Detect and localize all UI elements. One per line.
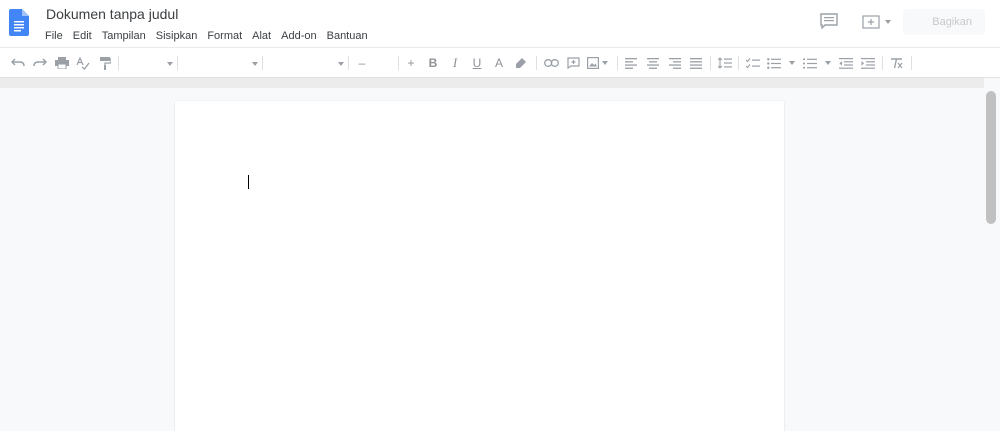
font-size-increase-button[interactable]: + <box>402 54 420 72</box>
toolbar-divider <box>911 56 912 70</box>
menu-insert[interactable]: Sisipkan <box>151 28 203 44</box>
comment-icon[interactable] <box>564 54 582 72</box>
bold-button[interactable]: B <box>424 54 442 72</box>
text-cursor <box>248 175 249 189</box>
menu-edit[interactable]: Edit <box>68 28 97 44</box>
share-button[interactable]: Bagikan <box>903 9 985 35</box>
decrease-indent-icon[interactable] <box>837 54 855 72</box>
align-center-icon[interactable] <box>644 54 662 72</box>
underline-icon: U <box>472 56 482 70</box>
zoom-select[interactable] <box>123 56 173 71</box>
chevron-down-icon <box>602 61 608 65</box>
document-page[interactable] <box>175 101 784 431</box>
chevron-down-icon <box>252 61 258 66</box>
toolbar-divider <box>398 56 399 70</box>
menu-addons[interactable]: Add-on <box>276 28 321 44</box>
toolbar: – + B I U A <box>0 47 1000 78</box>
toolbar-divider <box>882 56 883 70</box>
menu-tools[interactable]: Alat <box>247 28 276 44</box>
bulleted-list-icon <box>767 57 781 69</box>
plus-label: + <box>407 56 415 70</box>
chevron-down-icon <box>167 61 173 66</box>
line-spacing-icon[interactable] <box>716 54 734 72</box>
document-title[interactable]: Dokumen tanpa judul <box>46 6 178 22</box>
align-justify-icon[interactable] <box>687 54 705 72</box>
menu-help[interactable]: Bantuan <box>322 28 373 44</box>
redo-icon[interactable] <box>31 54 49 72</box>
toolbar-divider <box>348 56 349 70</box>
link-icon[interactable] <box>542 54 560 72</box>
document-canvas[interactable] <box>0 78 1000 431</box>
checklist-icon[interactable] <box>744 54 762 72</box>
italic-button[interactable]: I <box>446 54 464 72</box>
style-select[interactable] <box>182 56 258 71</box>
chevron-down-icon <box>338 61 344 66</box>
font-size-decrease-button[interactable]: – <box>353 54 371 72</box>
toolbar-divider <box>617 56 618 70</box>
underline-button[interactable]: U <box>468 54 486 72</box>
present-icon <box>862 15 880 29</box>
toolbar-divider <box>177 56 178 70</box>
docs-logo-icon[interactable] <box>9 9 29 36</box>
toolbar-divider <box>536 56 537 70</box>
menu-view[interactable]: Tampilan <box>97 28 151 44</box>
chevron-down-icon <box>885 20 891 24</box>
italic-icon: I <box>452 55 458 70</box>
bold-icon: B <box>428 56 438 70</box>
app-header: Dokumen tanpa judul File Edit Tampilan S… <box>0 0 1000 47</box>
present-button[interactable] <box>862 14 894 30</box>
text-color-icon: A <box>494 56 503 70</box>
image-button[interactable] <box>587 54 611 72</box>
minus-label: – <box>358 56 366 70</box>
paint-format-icon[interactable] <box>96 54 114 72</box>
image-icon <box>587 57 599 69</box>
comment-history-icon[interactable] <box>820 13 838 30</box>
toolbar-divider <box>710 56 711 70</box>
undo-icon[interactable] <box>9 54 27 72</box>
vertical-scrollbar[interactable] <box>986 91 996 224</box>
bulleted-list-button[interactable] <box>767 54 797 72</box>
numbered-list-button[interactable] <box>803 54 833 72</box>
font-select[interactable] <box>267 56 344 71</box>
increase-indent-icon[interactable] <box>859 54 877 72</box>
highlight-icon[interactable] <box>512 54 530 72</box>
toolbar-divider <box>738 56 739 70</box>
menu-bar: File Edit Tampilan Sisipkan Format Alat … <box>40 28 373 44</box>
chevron-down-icon <box>789 61 795 65</box>
share-label: Bagikan <box>932 16 972 28</box>
text-color-button[interactable]: A <box>490 54 508 72</box>
numbered-list-icon <box>803 58 817 68</box>
spellcheck-icon[interactable] <box>74 54 92 72</box>
toolbar-divider <box>262 56 263 70</box>
align-left-icon[interactable] <box>622 54 640 72</box>
align-right-icon[interactable] <box>666 54 684 72</box>
chevron-down-icon <box>825 61 831 65</box>
clear-formatting-icon[interactable] <box>887 54 905 72</box>
menu-format[interactable]: Format <box>202 28 247 44</box>
horizontal-ruler[interactable] <box>0 78 984 88</box>
toolbar-divider <box>118 56 119 70</box>
menu-file[interactable]: File <box>40 28 68 44</box>
print-icon[interactable] <box>53 54 71 72</box>
